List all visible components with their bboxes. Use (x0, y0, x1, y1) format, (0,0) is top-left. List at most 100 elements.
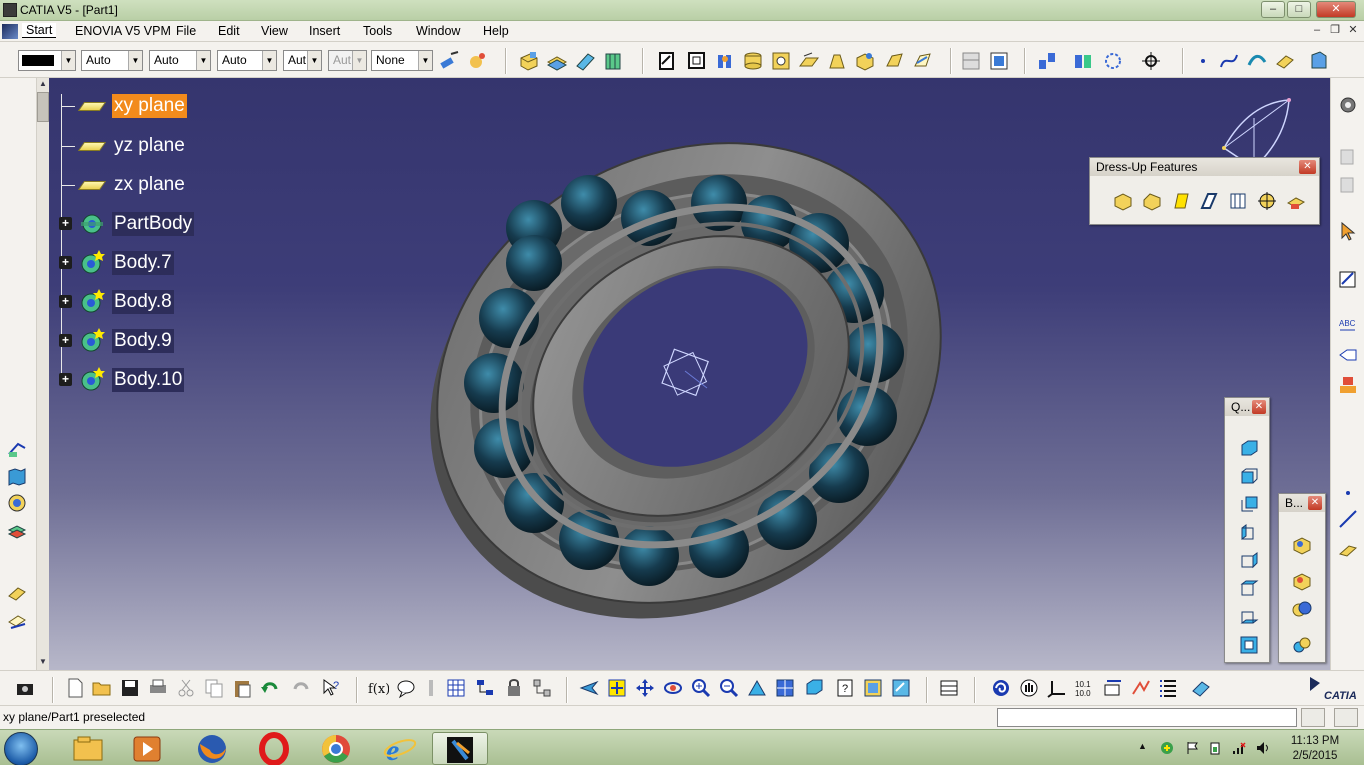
stiffener-icon[interactable] (602, 50, 624, 72)
positioned-sketch-icon[interactable] (686, 50, 708, 72)
whats-this-icon[interactable]: ? (320, 677, 342, 699)
operation-icon[interactable] (6, 612, 28, 634)
menu-insert[interactable]: Insert (309, 24, 340, 38)
remove-body-icon[interactable] (1291, 598, 1313, 620)
tree-node-label[interactable]: Body.9 (112, 329, 174, 353)
list-icon[interactable] (1158, 677, 1180, 699)
copy-icon[interactable] (203, 677, 225, 699)
table-icon[interactable] (988, 50, 1010, 72)
line-thickness-combo[interactable]: Auto ▼ (149, 50, 211, 71)
line-type-combo[interactable]: Auto ▼ (217, 50, 277, 71)
show-hidden-icons-icon[interactable]: ▲ (1138, 741, 1152, 755)
measure-between-icon[interactable] (1102, 677, 1124, 699)
hole-icon[interactable] (770, 50, 792, 72)
rule-icon[interactable] (420, 677, 442, 699)
tree-node-body-7[interactable]: + Body.7 (59, 250, 237, 276)
paste-icon[interactable] (1337, 174, 1359, 196)
knowledge-icon[interactable] (395, 677, 417, 699)
target-tool-icon[interactable] (6, 492, 28, 514)
taskbar-opera[interactable] (246, 732, 302, 765)
swap-space-icon[interactable] (890, 677, 912, 699)
rotate-icon[interactable] (662, 677, 684, 699)
shell-icon[interactable] (1198, 190, 1220, 212)
fillet-icon[interactable] (1112, 190, 1134, 212)
close-icon[interactable]: ✕ (1299, 160, 1316, 174)
network-signal-icon[interactable] (1232, 741, 1246, 755)
fly-mode-icon[interactable] (578, 677, 600, 699)
command-input[interactable] (997, 708, 1297, 727)
left-view-icon[interactable] (1238, 522, 1260, 544)
normal-view-icon[interactable] (746, 677, 768, 699)
tree-node-partbody[interactable]: + PartBody (59, 211, 257, 237)
removed-multi-section-icon[interactable] (912, 50, 934, 72)
copy-icon[interactable] (1337, 146, 1359, 168)
catia-app-icon[interactable] (3, 3, 17, 17)
painter-icon[interactable] (438, 50, 460, 72)
taskbar-internet-explorer[interactable]: e (372, 732, 428, 765)
windows-start-button[interactable] (4, 732, 38, 765)
power-icon[interactable] (1208, 741, 1222, 755)
close-icon[interactable]: ✕ (1252, 400, 1266, 414)
scroll-thumb[interactable] (37, 92, 49, 122)
rib-icon[interactable] (574, 50, 596, 72)
zoom-out-icon[interactable] (718, 677, 740, 699)
groove-icon[interactable] (826, 50, 848, 72)
new-file-icon[interactable] (64, 677, 86, 699)
table-grid-icon[interactable] (445, 677, 467, 699)
menu-help[interactable]: Help (483, 24, 509, 38)
tolerance-icon[interactable] (1337, 374, 1359, 396)
chamfer-icon[interactable] (1141, 190, 1163, 212)
catia-logo-icon[interactable] (2, 24, 18, 39)
tree-node-body-9[interactable]: + Body.9 (59, 328, 237, 354)
menu-file[interactable]: File (176, 24, 196, 38)
doc-restore-button[interactable]: ❐ (1328, 23, 1342, 37)
tree-node-label[interactable]: zx plane (112, 173, 187, 197)
tree-node-yz-plane[interactable]: yz plane (77, 133, 237, 159)
assemble-icon[interactable] (1291, 534, 1313, 556)
iso-view-toolbar-icon[interactable] (803, 677, 825, 699)
menu-tools[interactable]: Tools (363, 24, 392, 38)
taskbar-firefox[interactable] (184, 732, 240, 765)
boolean-icon[interactable] (1072, 50, 1094, 72)
remove-face-icon[interactable] (1285, 190, 1307, 212)
menu-enovia[interactable]: ENOVIA V5 VPM (75, 24, 171, 38)
tree-node-label[interactable]: Body.7 (112, 251, 174, 275)
multi-pad-icon[interactable] (546, 50, 568, 72)
undo-icon[interactable] (259, 677, 281, 699)
catalog-icon[interactable] (938, 677, 960, 699)
layers-icon[interactable] (6, 520, 28, 542)
doc-close-button[interactable]: ✕ (1346, 23, 1360, 37)
multi-view-icon[interactable] (774, 677, 796, 699)
network-add-icon[interactable] (1160, 741, 1174, 755)
tree-node-body-8[interactable]: + Body.8 (59, 289, 237, 315)
command-history-button[interactable] (1301, 708, 1325, 727)
scan-tree-icon[interactable] (474, 677, 496, 699)
menu-edit[interactable]: Edit (218, 24, 240, 38)
plane-tool-icon[interactable] (1337, 538, 1359, 560)
cut-icon[interactable] (175, 677, 197, 699)
stop-command-button[interactable] (1334, 708, 1358, 727)
pattern-icon[interactable] (1102, 50, 1124, 72)
tree-node-label[interactable]: xy plane (112, 94, 187, 118)
transparency-combo[interactable]: Auto ▼ (81, 50, 143, 71)
right-view-icon[interactable] (1238, 550, 1260, 572)
taskbar-chrome[interactable] (308, 732, 364, 765)
spline-icon[interactable] (1218, 50, 1240, 72)
expand-icon[interactable]: + (59, 217, 72, 230)
pocket-icon[interactable] (742, 50, 764, 72)
taskbar-catia[interactable] (432, 732, 488, 765)
formula-icon[interactable]: f(x) (367, 677, 389, 699)
add-body-icon[interactable] (1291, 570, 1313, 592)
volume-icon[interactable] (1256, 741, 1270, 755)
apply-material-icon[interactable] (990, 677, 1012, 699)
transform-icon[interactable] (1140, 50, 1162, 72)
solid-combine-icon[interactable] (854, 50, 876, 72)
pad-icon[interactable] (518, 50, 540, 72)
analysis-icon[interactable] (1308, 50, 1330, 72)
sketch-tool-icon[interactable] (1337, 268, 1359, 290)
tree-node-zx-plane[interactable]: zx plane (77, 172, 237, 198)
tree-scrollbar[interactable]: ▲ ▼ (37, 78, 49, 670)
gear-icon[interactable] (1337, 94, 1359, 116)
scroll-up-arrow-icon[interactable]: ▲ (37, 78, 49, 90)
flag-icon[interactable] (1186, 741, 1200, 755)
